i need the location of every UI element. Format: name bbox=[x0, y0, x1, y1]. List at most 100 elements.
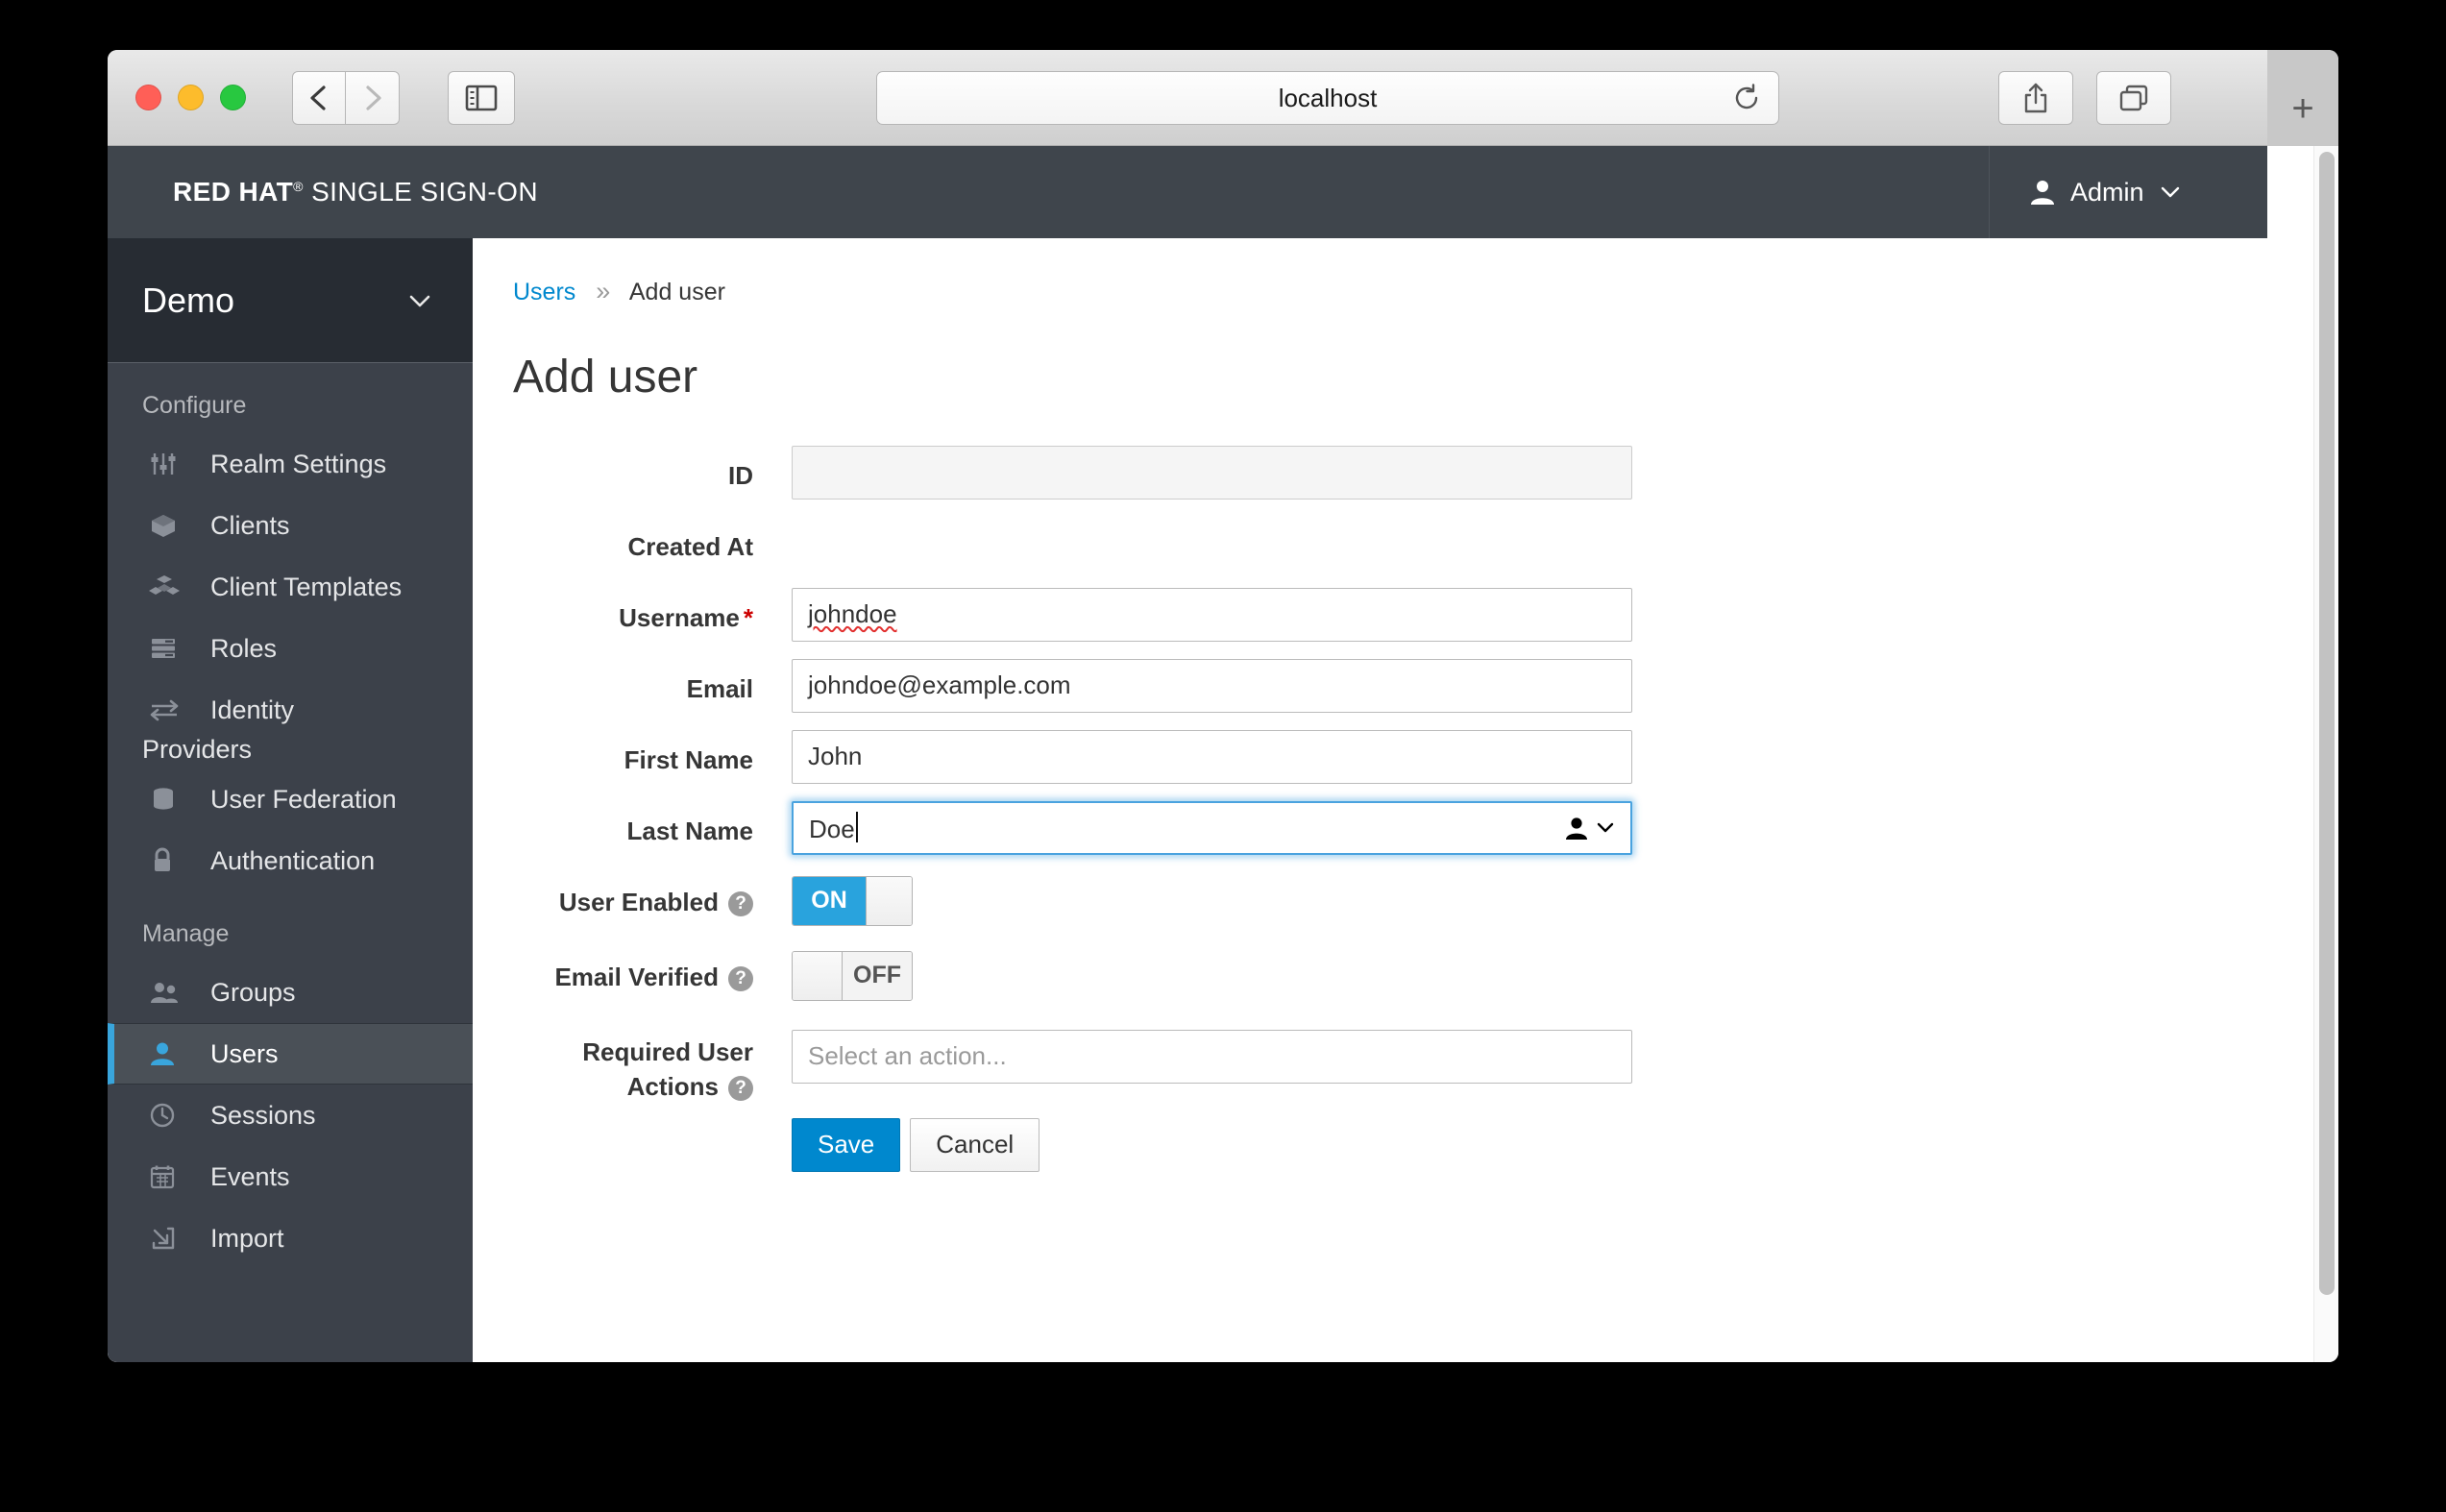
brand-redhat: RED HAT bbox=[173, 177, 294, 207]
sidebar-section-manage: Manage bbox=[142, 920, 230, 947]
sidebar-item-clients[interactable]: Clients bbox=[108, 495, 473, 556]
form-row-created-at: Created At bbox=[513, 517, 1714, 565]
new-tab-button[interactable]: + bbox=[2267, 71, 2338, 146]
required-actions-label: Required User Actions? bbox=[513, 1030, 792, 1105]
page-scrollbar[interactable] bbox=[2313, 146, 2338, 1362]
chevron-right-icon bbox=[365, 85, 381, 110]
minimize-window-button[interactable] bbox=[178, 85, 204, 110]
sidebar-item-label: Clients bbox=[210, 510, 290, 540]
sidebar-item-users[interactable]: Users bbox=[108, 1023, 473, 1085]
sidebar-item-realm-settings[interactable]: Realm Settings bbox=[108, 433, 473, 495]
add-user-form: ID Created At Username * johndoe Email j… bbox=[513, 446, 1714, 1172]
tab-overview-button[interactable] bbox=[2096, 71, 2171, 125]
user-enabled-label: User Enabled? bbox=[513, 876, 792, 920]
sidebar-item-user-federation[interactable]: User Federation bbox=[108, 768, 473, 830]
username-label-text: Username bbox=[619, 602, 740, 632]
first-name-label: First Name bbox=[624, 744, 753, 774]
sidebar-item-authentication[interactable]: Authentication bbox=[108, 830, 473, 891]
sidebar-item-label: Events bbox=[210, 1161, 290, 1191]
user-enabled-toggle[interactable]: ON bbox=[792, 875, 913, 926]
address-bar-wrapper: localhost bbox=[876, 71, 1779, 125]
lock-icon bbox=[149, 847, 205, 874]
required-actions-select[interactable]: Select an action... bbox=[792, 1029, 1632, 1084]
reload-icon[interactable] bbox=[1732, 84, 1761, 112]
realm-selector[interactable]: Demo bbox=[108, 238, 473, 363]
users-icon bbox=[149, 979, 205, 1006]
sidebar-item-sessions[interactable]: Sessions bbox=[108, 1085, 473, 1146]
required-actions-label-line2: Actions bbox=[626, 1071, 719, 1101]
content-area: Users » Add user Add user ID Created At bbox=[473, 238, 2267, 1362]
sidebar-item-label: Roles bbox=[210, 633, 278, 663]
share-button[interactable] bbox=[1998, 71, 2073, 125]
required-actions-placeholder: Select an action... bbox=[808, 1041, 1007, 1071]
email-input[interactable]: johndoe@example.com bbox=[792, 658, 1632, 713]
tabs-icon bbox=[2119, 85, 2148, 111]
id-input[interactable] bbox=[792, 446, 1632, 500]
forward-button[interactable] bbox=[346, 70, 400, 125]
form-row-id: ID bbox=[513, 446, 1714, 500]
help-icon[interactable]: ? bbox=[728, 890, 753, 916]
app-header: RED HAT® SINGLE SIGN-ON Admin bbox=[108, 146, 2267, 238]
list-icon bbox=[149, 635, 205, 662]
scrollbar-thumb[interactable] bbox=[2319, 152, 2335, 1295]
breadcrumb-current: Add user bbox=[628, 279, 725, 305]
username-input[interactable]: johndoe bbox=[792, 587, 1632, 642]
breadcrumb-users-link[interactable]: Users bbox=[513, 279, 575, 305]
text-caret bbox=[855, 811, 858, 842]
email-verified-toggle[interactable]: OFF bbox=[792, 950, 913, 1001]
sidebar-toggle-button[interactable] bbox=[448, 70, 515, 125]
brand-product: SINGLE SIGN-ON bbox=[311, 177, 538, 207]
sidebar-item-label: Authentication bbox=[210, 845, 376, 875]
sidebar-item-client-templates[interactable]: Client Templates bbox=[108, 556, 473, 618]
application: RED HAT® SINGLE SIGN-ON Admin Demo Confi… bbox=[108, 146, 2267, 1362]
sidebar-item-label: Identity bbox=[210, 695, 295, 724]
username-label: Username * bbox=[513, 588, 792, 636]
sidebar: Demo Configure Realm Settings Clients Cl… bbox=[108, 238, 473, 1362]
first-name-input[interactable]: John bbox=[792, 729, 1632, 784]
form-row-first-name: First Name John bbox=[513, 729, 1714, 784]
close-window-button[interactable] bbox=[135, 85, 161, 110]
user-menu[interactable]: Admin bbox=[1989, 146, 2267, 238]
maximize-window-button[interactable] bbox=[220, 85, 246, 110]
sliders-icon bbox=[149, 451, 205, 477]
sidebar-icon bbox=[465, 85, 498, 110]
sidebar-item-identity-providers[interactable]: Identity bbox=[108, 679, 473, 741]
user-icon bbox=[2031, 181, 2054, 205]
help-icon[interactable]: ? bbox=[728, 1075, 753, 1101]
sidebar-item-label: Realm Settings bbox=[210, 449, 387, 478]
realm-name: Demo bbox=[142, 280, 235, 320]
import-icon bbox=[149, 1225, 205, 1252]
sidebar-item-label: Client Templates bbox=[210, 572, 403, 601]
sidebar-item-import[interactable]: Import bbox=[108, 1207, 473, 1269]
save-button[interactable]: Save bbox=[792, 1117, 901, 1172]
user-icon bbox=[1566, 817, 1587, 840]
sidebar-item-groups[interactable]: Groups bbox=[108, 962, 473, 1023]
toggle-knob bbox=[793, 951, 843, 1000]
toggle-state-label: ON bbox=[793, 876, 866, 925]
chevron-down-icon bbox=[2161, 186, 2179, 198]
sidebar-item-events[interactable]: Events bbox=[108, 1146, 473, 1207]
database-icon bbox=[149, 786, 205, 813]
email-verified-label: Email Verified? bbox=[513, 951, 792, 995]
sidebar-item-roles[interactable]: Roles bbox=[108, 618, 473, 679]
form-row-username: Username * johndoe bbox=[513, 587, 1714, 642]
id-label: ID bbox=[728, 461, 753, 490]
sidebar-item-label: Users bbox=[210, 1038, 279, 1068]
registered-mark: ® bbox=[293, 179, 304, 194]
toggle-state-label: OFF bbox=[843, 951, 912, 1000]
form-row-required-actions: Required User Actions? Select an action.… bbox=[513, 1029, 1714, 1172]
last-name-input[interactable]: Doe bbox=[792, 800, 1632, 855]
browser-window: + localhost RED HAT® SINGLE SIGN-ON Admi… bbox=[108, 50, 2338, 1362]
breadcrumb-separator: » bbox=[596, 277, 611, 305]
sidebar-item-label: User Federation bbox=[210, 784, 397, 814]
address-bar[interactable]: localhost bbox=[876, 71, 1779, 125]
cube-icon bbox=[149, 512, 205, 539]
chevron-down-icon bbox=[1597, 823, 1614, 833]
help-icon[interactable]: ? bbox=[728, 965, 753, 991]
autofill-button[interactable] bbox=[1564, 816, 1615, 841]
last-name-value: Doe bbox=[809, 814, 855, 843]
form-row-user-enabled: User Enabled? ON bbox=[513, 875, 1714, 926]
cancel-button[interactable]: Cancel bbox=[910, 1117, 1040, 1172]
back-button[interactable] bbox=[292, 70, 346, 125]
sidebar-item-label: Groups bbox=[210, 977, 296, 1007]
